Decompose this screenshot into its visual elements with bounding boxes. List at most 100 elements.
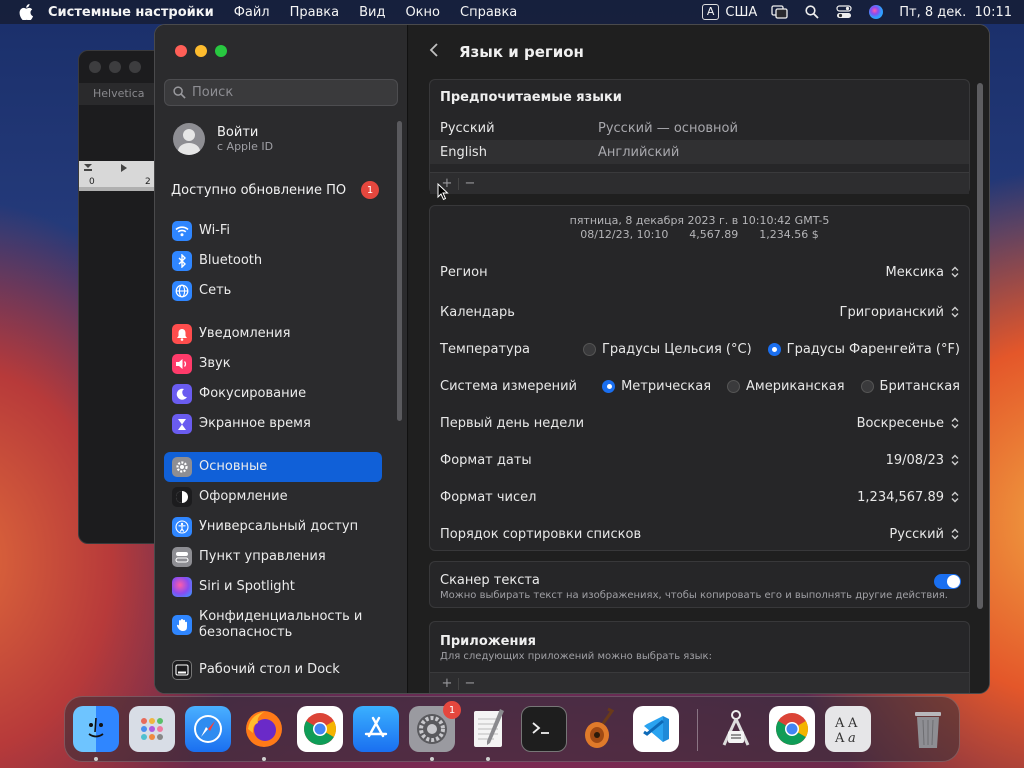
- sidebar-item-control-center[interactable]: Пункт управления: [164, 542, 382, 572]
- sidebar-item-notifications[interactable]: Уведомления: [164, 319, 382, 349]
- control-center-icon[interactable]: [835, 5, 853, 19]
- minimize-button[interactable]: [195, 45, 207, 57]
- dock-separator: [697, 709, 698, 751]
- language-name: English: [440, 144, 487, 160]
- sidebar-item-network[interactable]: Сеть: [164, 276, 382, 306]
- date-format-label: Формат даты: [440, 452, 532, 468]
- sidebar-item-label: Универсальный доступ: [199, 519, 359, 534]
- sidebar-item-label: Экранное время: [199, 416, 311, 431]
- textedit-icon[interactable]: [465, 706, 511, 752]
- preferred-languages-header: Предпочитаемые языки: [440, 90, 622, 105]
- radio-celsius: [582, 342, 596, 356]
- first-day-row: Первый день недели Воскресенье: [440, 412, 960, 434]
- font-book-icon[interactable]: AAAa: [825, 706, 871, 752]
- region-label: Регион: [440, 264, 488, 280]
- calendar-popup[interactable]: Григорианский: [840, 304, 960, 320]
- spotlight-search-icon[interactable]: [803, 5, 821, 19]
- us-radio[interactable]: Американская: [727, 379, 845, 394]
- menu-clock[interactable]: Пт, 8 дек. 10:11: [899, 5, 1012, 20]
- app-store-icon[interactable]: [353, 706, 399, 752]
- language-row[interactable]: English Английский: [430, 140, 969, 164]
- menu-view[interactable]: Вид: [359, 5, 385, 20]
- close-button[interactable]: [175, 45, 187, 57]
- content-scrollbar[interactable]: [977, 83, 983, 609]
- apple-menu-icon[interactable]: [18, 4, 34, 20]
- control-center-icon: [172, 547, 192, 567]
- sidebar-item-privacy[interactable]: Конфиденциальность и безопасность: [164, 602, 382, 648]
- apple-id-signin[interactable]: Войти с Apple ID: [173, 123, 273, 155]
- window-switcher-icon[interactable]: [771, 5, 789, 19]
- sidebar-item-siri[interactable]: Siri и Spotlight: [164, 572, 382, 602]
- zoom-button[interactable]: [215, 45, 227, 57]
- sidebar-item-wifi[interactable]: Wi-Fi: [164, 216, 382, 246]
- garageband-icon[interactable]: [577, 706, 623, 752]
- ruler-label: 2: [145, 177, 151, 187]
- chrome-icon[interactable]: [769, 706, 815, 752]
- sort-order-popup[interactable]: Русский: [889, 526, 960, 542]
- fahrenheit-radio[interactable]: Градусы Фаренгейта (°F): [767, 342, 960, 357]
- window-controls: [175, 45, 227, 57]
- region-settings-section: пятница, 8 декабря 2023 г. в 10:10:42 GM…: [429, 205, 970, 551]
- chrome-icon[interactable]: [297, 706, 343, 752]
- sidebar-item-label: Сеть: [199, 283, 232, 298]
- sidebar-scrollbar[interactable]: [397, 121, 402, 421]
- uk-radio[interactable]: Британская: [860, 379, 960, 394]
- trash-icon[interactable]: [905, 706, 951, 752]
- metric-radio[interactable]: Метрическая: [602, 379, 711, 394]
- terminal-icon[interactable]: [521, 706, 567, 752]
- sidebar-item-appearance[interactable]: Оформление: [164, 482, 382, 512]
- siri-icon[interactable]: [867, 5, 885, 19]
- sidebar-item-label: Siri и Spotlight: [199, 579, 295, 594]
- sidebar-item-bluetooth[interactable]: Bluetooth: [164, 246, 382, 276]
- number-format-popup[interactable]: 1,234,567.89: [857, 489, 960, 505]
- menu-file[interactable]: Файл: [234, 5, 270, 20]
- sort-order-value: Русский: [889, 526, 944, 542]
- region-popup[interactable]: Мексика: [886, 264, 960, 280]
- add-app-button[interactable]: +: [436, 676, 458, 691]
- signin-subtitle: с Apple ID: [217, 140, 274, 153]
- system-information-icon[interactable]: [713, 706, 759, 752]
- sidebar-item-desktop-dock[interactable]: Рабочий стол и Dock: [164, 655, 382, 685]
- back-chevron-icon[interactable]: [429, 41, 439, 62]
- sidebar-item-sound[interactable]: Звук: [164, 349, 382, 379]
- software-update-item[interactable]: Доступно обновление ПО 1: [171, 181, 379, 199]
- input-source-icon[interactable]: A: [701, 4, 720, 20]
- menu-edit[interactable]: Правка: [290, 5, 339, 20]
- sidebar-item-screen-time[interactable]: Экранное время: [164, 409, 382, 439]
- number-format-value: 1,234,567.89: [857, 489, 944, 505]
- firefox-icon[interactable]: [241, 706, 287, 752]
- language-row[interactable]: Русский Русский — основной: [430, 116, 969, 140]
- remove-app-button[interactable]: −: [459, 676, 481, 691]
- temperature-row: Температура Градусы Цельсия (°C) Градусы…: [440, 338, 960, 360]
- celsius-radio[interactable]: Градусы Цельсия (°C): [582, 342, 752, 357]
- language-add-remove-bar: + −: [430, 172, 969, 194]
- search-field[interactable]: Поиск: [164, 79, 398, 106]
- date-format-popup[interactable]: 19/08/23: [886, 452, 960, 468]
- live-text-toggle[interactable]: [934, 574, 961, 589]
- input-source-label[interactable]: США: [725, 5, 757, 20]
- region-row: Регион Мексика: [440, 261, 960, 283]
- launchpad-icon[interactable]: [129, 706, 175, 752]
- sidebar-item-accessibility[interactable]: Универсальный доступ: [164, 512, 382, 542]
- sidebar-item-focus[interactable]: Фокусирование: [164, 379, 382, 409]
- first-day-popup[interactable]: Воскресенье: [857, 415, 960, 431]
- ruler-markers-icon[interactable]: [83, 163, 143, 173]
- metric-label: Метрическая: [621, 378, 712, 394]
- radio-metric: [602, 379, 616, 393]
- sidebar-item-general[interactable]: Основные: [164, 452, 382, 482]
- vscode-icon[interactable]: [633, 706, 679, 752]
- remove-language-button[interactable]: −: [459, 176, 481, 191]
- preview-numbers-line: 08/12/23, 10:10 4,567.89 1,234.56 $: [580, 228, 819, 241]
- measurement-label: Система измерений: [440, 378, 577, 394]
- sidebar-group-desktop: Рабочий стол и Dock: [164, 655, 382, 685]
- menu-help[interactable]: Справка: [460, 5, 517, 20]
- safari-icon[interactable]: [185, 706, 231, 752]
- running-indicator: [486, 757, 490, 761]
- app-name-menu[interactable]: Системные настройки: [48, 5, 214, 20]
- preview-date-line: пятница, 8 декабря 2023 г. в 10:10:42 GM…: [569, 214, 830, 227]
- menu-window[interactable]: Окно: [405, 5, 440, 20]
- svg-text:A: A: [834, 716, 845, 731]
- dock-icon: [172, 660, 192, 680]
- date-format-value: 19/08/23: [885, 452, 944, 468]
- finder-icon[interactable]: [73, 706, 119, 752]
